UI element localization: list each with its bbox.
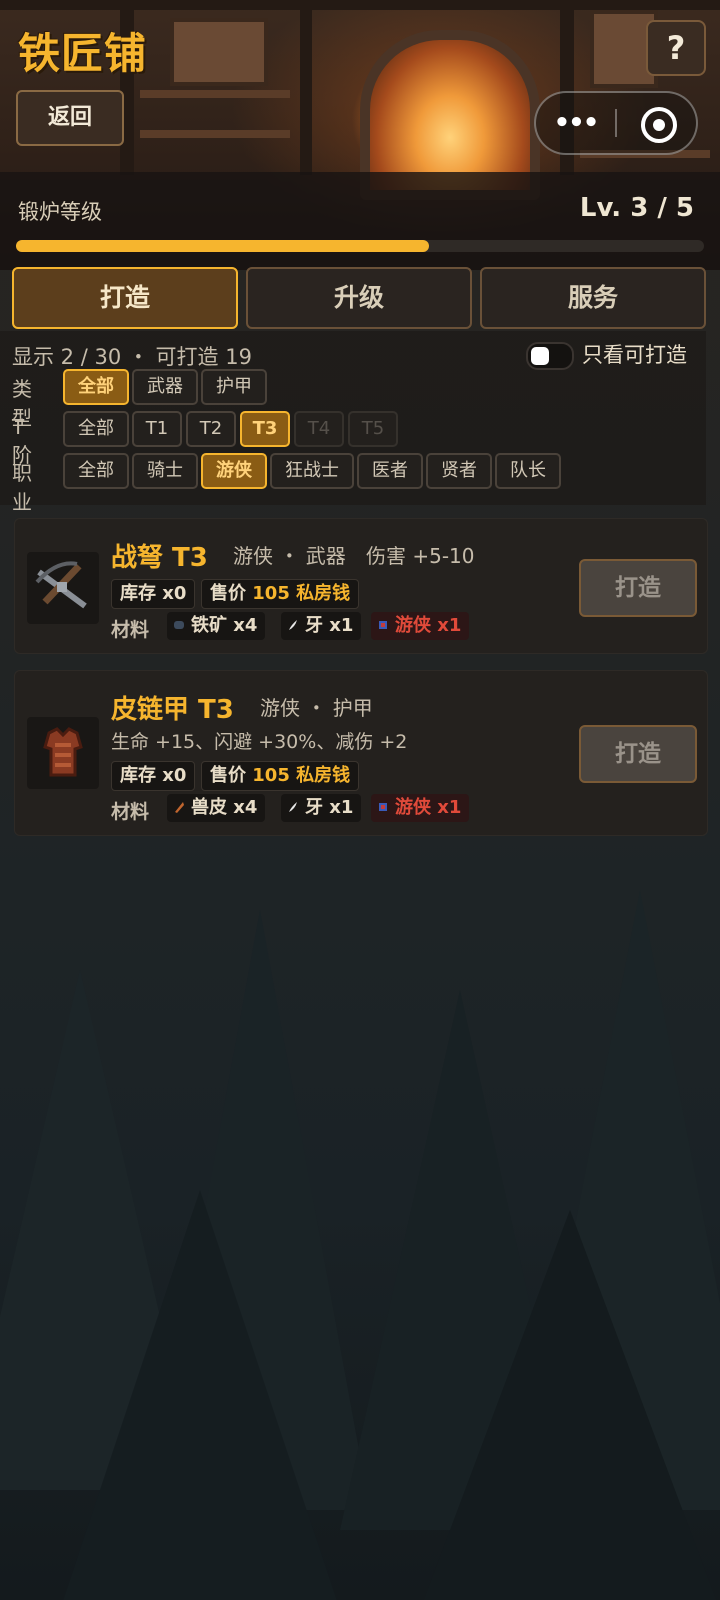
recipe-card: 皮链甲 T3 游侠 ・ 护甲 生命 +15、闪避 +30%、减伤 +2 库存 x… (14, 670, 708, 836)
recipe-meta: 游侠 ・ 护甲 (260, 696, 373, 720)
recipe-name: 战弩 T3 (111, 543, 208, 573)
material-name: 兽皮 (191, 797, 227, 818)
tab-upgrade[interactable]: 升级 (246, 267, 472, 329)
material-qty: x1 (437, 797, 462, 818)
only-craftable-label: 只看可打造 (582, 343, 687, 367)
stock-label: 库存 (120, 583, 156, 604)
forge-level-value: Lv. 3 / 5 (579, 193, 694, 223)
filter-panel: 显示 2 / 30 ・ 可打造 19 只看可打造 类型 全部 武器 护甲 T阶 全部… (0, 331, 706, 514)
filter-chip-class[interactable]: 游侠 (201, 453, 267, 489)
filter-chip-class[interactable]: 贤者 (426, 453, 492, 489)
price-label: 售价 (210, 765, 246, 786)
materials-label: 材料 (111, 619, 150, 641)
tab-craft[interactable]: 打造 (12, 267, 238, 329)
recipe-stats: 生命 +15、闪避 +30%、减伤 +2 (111, 731, 408, 753)
filter-chip-tier[interactable]: T3 (240, 411, 290, 447)
recipe-card: 战弩 T3 游侠 ・ 武器 伤害 +5-10 库存 x0 售价 105 私房钱 … (14, 518, 708, 654)
material-name: 铁矿 (191, 615, 227, 636)
price-value: 105 私房钱 (252, 583, 351, 604)
filter-chip-class[interactable]: 狂战士 (270, 453, 354, 489)
result-summary: 显示 2 / 30 ・ 可打造 19 (12, 345, 252, 369)
material-ranger-token: 游侠 x1 (371, 794, 470, 822)
only-craftable-filter[interactable]: 只看可打造 (526, 339, 694, 370)
stock-badge: 库存 x0 (111, 761, 196, 791)
only-craftable-toggle[interactable] (526, 342, 574, 370)
filter-chip-tier[interactable]: T2 (186, 411, 236, 447)
ranger-token-icon (377, 794, 389, 822)
filter-chip-tier[interactable]: 全部 (63, 411, 129, 447)
material-name: 游侠 (395, 615, 431, 636)
forest-background (0, 830, 720, 1600)
material-fang: 牙 x1 (281, 794, 362, 822)
main-tabs: 打造 升级 服务 (12, 267, 708, 329)
recipe-name: 皮链甲 T3 (111, 695, 234, 725)
filter-chip-tier[interactable]: T5 (348, 411, 398, 447)
forge-progress-bar (16, 240, 704, 252)
fang-icon (287, 794, 299, 822)
close-miniprogram-icon[interactable] (641, 107, 677, 143)
hide-icon (173, 794, 185, 822)
material-name: 游侠 (395, 797, 431, 818)
craft-button[interactable]: 打造 (579, 559, 697, 617)
miniprogram-capsule: ••• (534, 91, 698, 155)
page-title: 铁匠铺 (18, 29, 148, 78)
filter-chip-class[interactable]: 队长 (495, 453, 561, 489)
filter-chip-class[interactable]: 骑士 (132, 453, 198, 489)
stock-value: x0 (162, 583, 187, 604)
filter-chip-class[interactable]: 全部 (63, 453, 129, 489)
material-name: 牙 (305, 797, 323, 818)
material-iron-ore: 铁矿 x4 (167, 612, 266, 640)
fang-icon (287, 612, 299, 640)
more-options-icon[interactable]: ••• (536, 93, 615, 153)
material-ranger-token: 游侠 x1 (371, 612, 470, 640)
craft-button[interactable]: 打造 (579, 725, 697, 783)
forge-progress-fill (16, 240, 429, 252)
filter-chip-tier[interactable]: T1 (132, 411, 182, 447)
filter-chip-type[interactable]: 护甲 (201, 369, 267, 405)
material-qty: x1 (329, 797, 354, 818)
iron-ore-icon (173, 612, 185, 640)
material-hide: 兽皮 x4 (167, 794, 266, 822)
price-badge: 售价 105 私房钱 (201, 761, 360, 791)
filter-chip-type[interactable]: 全部 (63, 369, 129, 405)
filter-chip-type[interactable]: 武器 (132, 369, 198, 405)
recipe-meta: 游侠 ・ 武器 (233, 544, 346, 568)
price-label: 售价 (210, 583, 246, 604)
crossbow-icon (27, 552, 99, 624)
ranger-token-icon (377, 612, 389, 640)
materials-label: 材料 (111, 801, 150, 823)
help-button[interactable]: ? (646, 20, 706, 76)
filter-chip-tier[interactable]: T4 (294, 411, 344, 447)
filter-class-label: 职业 (12, 461, 32, 514)
forge-level-label: 锻炉等级 (18, 200, 102, 224)
material-qty: x4 (233, 615, 258, 636)
stock-label: 库存 (120, 765, 156, 786)
price-badge: 售价 105 私房钱 (201, 579, 360, 609)
material-qty: x4 (233, 797, 258, 818)
material-fang: 牙 x1 (281, 612, 362, 640)
material-qty: x1 (329, 615, 354, 636)
stock-badge: 库存 x0 (111, 579, 196, 609)
price-value: 105 私房钱 (252, 765, 351, 786)
leather-armor-icon (27, 717, 99, 789)
back-button[interactable]: 返回 (16, 90, 124, 146)
material-name: 牙 (305, 615, 323, 636)
stock-value: x0 (162, 765, 187, 786)
recipe-stats: 伤害 +5-10 (366, 544, 475, 568)
material-qty: x1 (437, 615, 462, 636)
filter-chip-class[interactable]: 医者 (357, 453, 423, 489)
tab-service[interactable]: 服务 (480, 267, 706, 329)
